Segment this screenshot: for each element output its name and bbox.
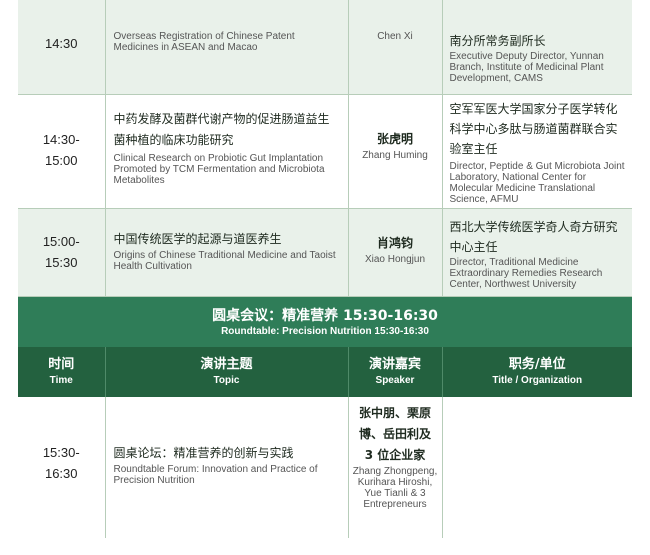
topic-en: Clinical Research on Probiotic Gut Impla… — [113, 152, 325, 186]
agenda-row: 15:00- 15:30 中国传统医学的起源与道医养生 Origins of C… — [18, 208, 632, 297]
topic-cell: 中国传统医学的起源与道医养生 Origins of Chinese Tradit… — [105, 208, 349, 297]
header-org-en: Title / Organization — [492, 374, 583, 386]
topic-cn: 圆桌论坛：精准营养的创新与实践 — [113, 445, 294, 460]
org-en: Director, Traditional Medicine Extraordi… — [449, 256, 603, 290]
time-text: 15:00 — [44, 152, 78, 168]
time-cell: 15:30- 16:30 — [18, 396, 106, 538]
topic-en: Overseas Registration of Chinese Patent … — [113, 31, 295, 53]
header-time: 时间 Time — [18, 346, 106, 397]
org-cell — [442, 396, 632, 538]
time-text: 14:30- — [42, 131, 80, 147]
time-text: 15:30 — [44, 254, 78, 270]
header-org: 职务/单位 Title / Organization — [442, 346, 632, 397]
org-cell: 南分所常务副所长 Executive Deputy Director, Yunn… — [442, 0, 632, 95]
org-cell: 空军军医大学国家分子医学转化科学中心多肽与肠道菌群联合实验室主任 Directo… — [442, 94, 632, 209]
banner-title-cn: 圆桌会议：精准营养 15:30-16:30 — [212, 307, 438, 324]
agenda-row: 15:30- 16:30 圆桌论坛：精准营养的创新与实践 Roundtable … — [18, 396, 632, 538]
agenda-row: 14:30- 15:00 中药发酵及菌群代谢产物的促进肠道益生 菌种植的临床功能… — [18, 94, 632, 209]
time-text: 15:00- — [42, 233, 80, 249]
speaker-en: Zhang Zhongpeng, Kurihara Hiroshi, Yue T… — [352, 465, 438, 510]
header-topic-en: Topic — [213, 374, 240, 386]
header-org-cn: 职务/单位 — [508, 356, 566, 372]
org-en: Executive Deputy Director, Yunnan Branch… — [449, 51, 604, 84]
header-speaker: 演讲嘉宾 Speaker — [348, 346, 443, 397]
speaker-cn: 肖鸿钧 — [376, 235, 413, 250]
agenda-sheet: 14:30 Overseas Registration of Chinese P… — [18, 0, 632, 538]
time-cell: 14:30- 15:00 — [18, 94, 106, 209]
org-en: Director, Peptide & Gut Microbiota Joint… — [449, 160, 625, 205]
time-text: 16:30 — [44, 465, 78, 481]
speaker-cn: 3 位企业家 — [364, 447, 426, 462]
header-topic: 演讲主题 Topic — [105, 346, 349, 397]
speaker-cn: 张中朋、栗原 — [358, 405, 431, 420]
table-header-row: 时间 Time 演讲主题 Topic 演讲嘉宾 Speaker 职务/单位 Ti… — [18, 346, 632, 397]
header-time-en: Time — [49, 374, 73, 386]
org-cn: 西北大学传统医学奇人奇方研究中心主任 — [449, 219, 618, 254]
header-topic-cn: 演讲主题 — [200, 356, 253, 372]
banner-title-en: Roundtable: Precision Nutrition 15:30-16… — [221, 325, 429, 337]
topic-en: Origins of Chinese Traditional Medicine … — [113, 249, 336, 272]
speaker-cell: 张虎明 Zhang Huming — [348, 94, 443, 209]
speaker-cell: 肖鸿钧 Xiao Hongjun — [348, 208, 443, 297]
org-cell: 西北大学传统医学奇人奇方研究中心主任 Director, Traditional… — [442, 208, 632, 297]
agenda-row: 14:30 Overseas Registration of Chinese P… — [18, 0, 632, 95]
time-text: 14:30 — [44, 36, 78, 51]
header-speaker-cn: 演讲嘉宾 — [368, 356, 421, 372]
roundtable-banner: 圆桌会议：精准营养 15:30-16:30 Roundtable: Precis… — [18, 296, 632, 347]
agenda-table-bottom: 时间 Time 演讲主题 Topic 演讲嘉宾 Speaker 职务/单位 Ti… — [18, 346, 632, 538]
speaker-cn: 张虎明 — [376, 131, 413, 146]
speaker-cell: Chen Xi — [348, 0, 443, 95]
topic-cell: 圆桌论坛：精准营养的创新与实践 Roundtable Forum: Innova… — [105, 396, 349, 538]
org-cn: 空军军医大学国家分子医学转化科学中心多肽与肠道菌群联合实验室主任 — [449, 101, 618, 156]
speaker-cn: 博、岳田利及 — [358, 426, 431, 441]
speaker-cell: 张中朋、栗原 博、岳田利及 3 位企业家 Zhang Zhongpeng, Ku… — [348, 396, 443, 538]
time-cell: 14:30 — [18, 0, 106, 95]
topic-cn: 中国传统医学的起源与道医养生 — [113, 231, 282, 246]
topic-cell: 中药发酵及菌群代谢产物的促进肠道益生 菌种植的临床功能研究 Clinical R… — [105, 94, 349, 209]
topic-cn: 中药发酵及菌群代谢产物的促进肠道益生 — [113, 111, 330, 126]
speaker-en: Xiao Hongjun — [364, 253, 426, 265]
speaker-en: Zhang Huming — [362, 149, 428, 161]
time-text: 15:30- — [42, 444, 80, 460]
org-cn: 南分所常务副所长 — [449, 34, 546, 48]
topic-cell: Overseas Registration of Chinese Patent … — [105, 0, 349, 95]
header-time-cn: 时间 — [48, 356, 75, 372]
header-speaker-en: Speaker — [375, 374, 415, 386]
speaker-en: Chen Xi — [377, 31, 413, 42]
agenda-table-top: 14:30 Overseas Registration of Chinese P… — [18, 0, 632, 297]
topic-en: Roundtable Forum: Innovation and Practic… — [113, 463, 318, 486]
topic-cn: 菌种植的临床功能研究 — [113, 132, 234, 147]
time-cell: 15:00- 15:30 — [18, 208, 106, 297]
